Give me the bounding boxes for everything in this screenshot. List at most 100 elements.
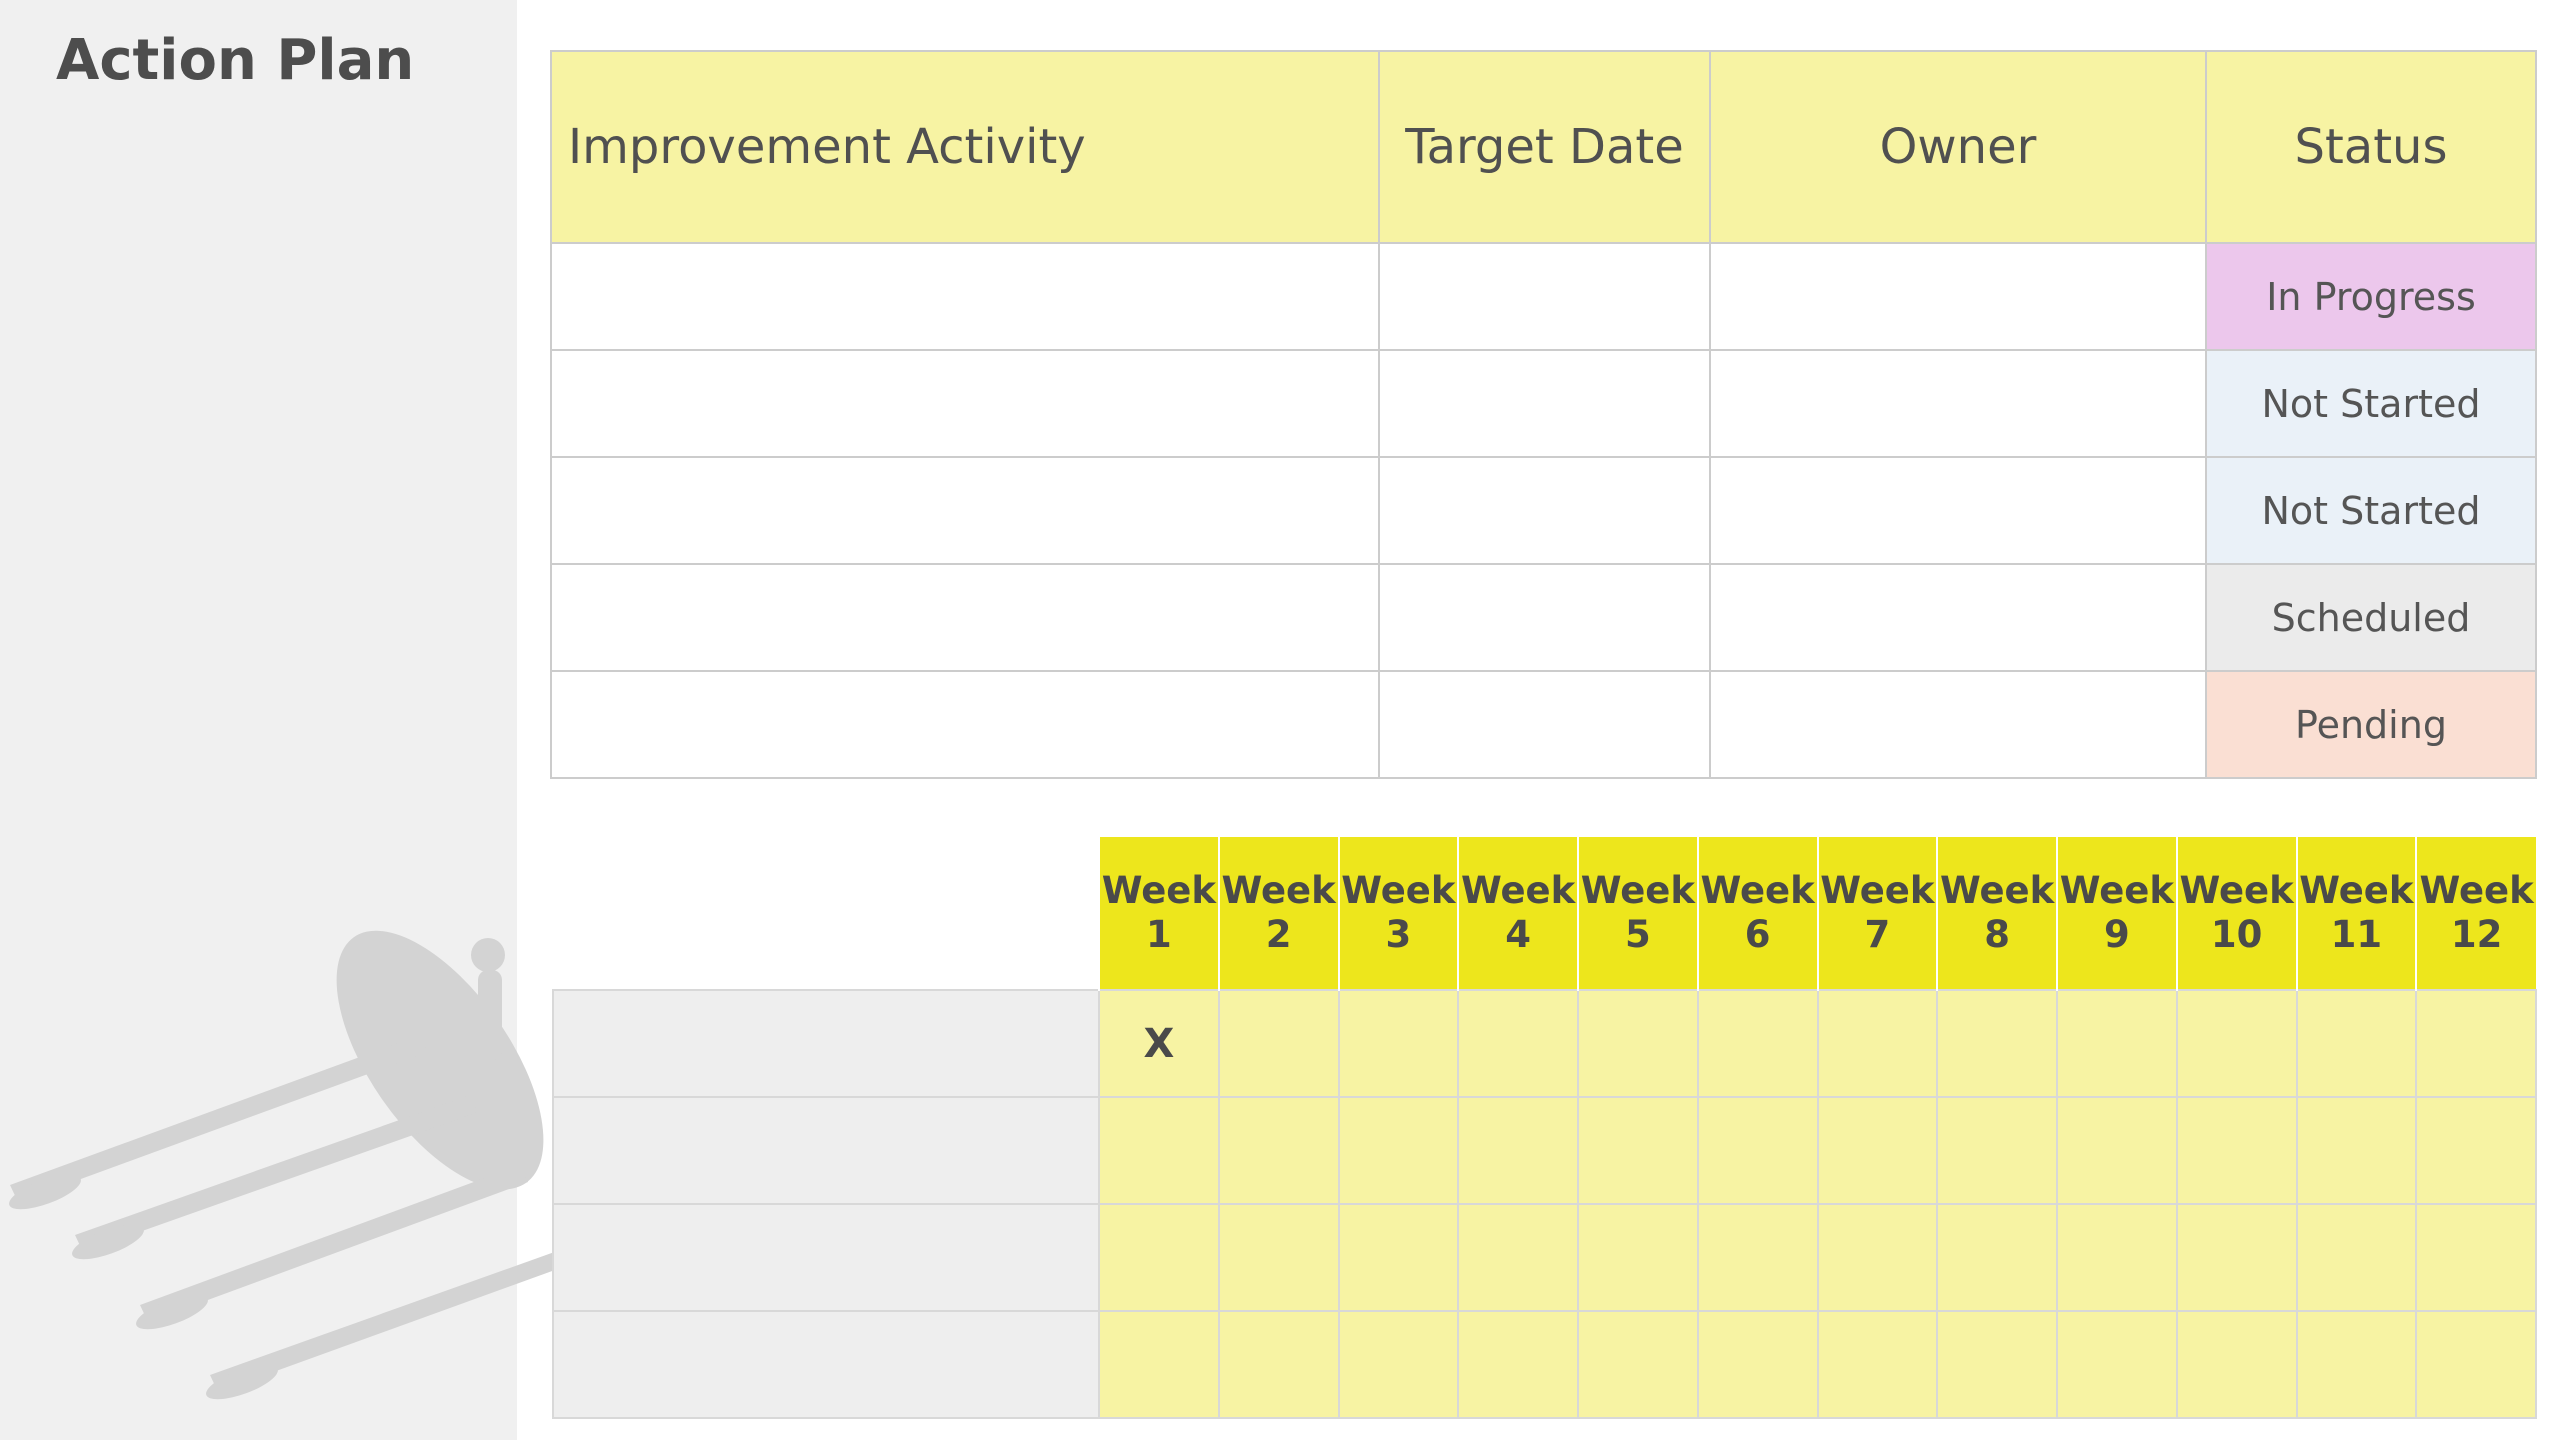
week-cell[interactable] [2295, 1310, 2418, 1419]
week-cell[interactable] [2056, 1096, 2178, 1205]
week-cell[interactable] [1936, 1310, 2058, 1419]
owner-cell[interactable] [1709, 456, 2207, 565]
target-date-cell[interactable] [1378, 349, 1711, 458]
week-cell[interactable] [1217, 1096, 1340, 1205]
activity-cell[interactable] [550, 456, 1380, 565]
week-cell[interactable] [1217, 1203, 1340, 1312]
week-header-label: Week [1460, 869, 1576, 912]
week-cell[interactable] [1457, 989, 1579, 1098]
week-schedule-row [552, 1310, 2537, 1419]
week-cell[interactable] [1577, 1203, 1699, 1312]
week-cell[interactable] [1816, 1310, 1939, 1419]
activity-cell[interactable] [550, 349, 1380, 458]
week-header-number: 8 [1984, 913, 2010, 956]
week-header-label: Week [1820, 869, 1935, 912]
week-cell[interactable] [2415, 1310, 2537, 1419]
week-header-number: 5 [1625, 913, 1651, 956]
week-cell[interactable] [1457, 1203, 1579, 1312]
week-cell[interactable] [1577, 1096, 1699, 1205]
action-plan-row: Not Started [550, 349, 2537, 458]
week-cell[interactable] [1337, 1310, 1460, 1419]
week-cell[interactable] [2175, 1096, 2298, 1205]
week-cell[interactable] [1098, 1096, 1220, 1205]
week-cell[interactable] [2056, 1203, 2178, 1312]
week-cell[interactable] [1696, 1096, 1819, 1205]
week-schedule-table: Week 1 Week 2 Week 3 Week 4 Week 5 Week 6 Week 7 Week 8… [552, 837, 2537, 1419]
owner-cell[interactable] [1709, 242, 2207, 351]
week-header: Week 3 [1337, 837, 1459, 990]
week-header: Week 8 [1936, 837, 2057, 990]
status-badge[interactable]: Pending [2205, 670, 2537, 779]
week-cell[interactable] [1217, 989, 1340, 1098]
week-cell[interactable] [1936, 1203, 2058, 1312]
status-badge[interactable]: Scheduled [2205, 563, 2537, 672]
activity-cell[interactable] [550, 563, 1380, 672]
week-cell[interactable] [1936, 1096, 2058, 1205]
week-cell[interactable] [1098, 1310, 1220, 1419]
week-cell[interactable]: X [1098, 989, 1220, 1098]
week-cell[interactable] [2295, 1096, 2418, 1205]
activity-cell[interactable] [550, 242, 1380, 351]
week-cell[interactable] [2175, 989, 2298, 1098]
week-header: Week 12 [2415, 837, 2536, 990]
owner-cell[interactable] [1709, 563, 2207, 672]
week-cell[interactable] [1696, 989, 1819, 1098]
week-cell[interactable] [1337, 1203, 1460, 1312]
week-header-number: 1 [1146, 913, 1172, 956]
week-header-number: 7 [1864, 913, 1891, 956]
week-cell[interactable] [1936, 989, 2058, 1098]
week-header-spacer [553, 837, 1099, 990]
status-badge[interactable]: Not Started [2205, 349, 2537, 458]
week-header: Week 9 [2056, 837, 2177, 990]
week-cell[interactable] [1577, 1310, 1699, 1419]
action-plan-header-row: Improvement Activity Target Date Owner S… [550, 50, 2537, 244]
week-cell[interactable] [2295, 1203, 2418, 1312]
week-header-number: 12 [2450, 913, 2503, 956]
header-owner: Owner [1709, 50, 2207, 244]
week-header-label: Week [1101, 869, 1217, 912]
week-cell[interactable] [1457, 1310, 1579, 1419]
week-cell[interactable] [2056, 1310, 2178, 1419]
task-label-cell[interactable] [552, 989, 1100, 1098]
owner-cell[interactable] [1709, 670, 2207, 779]
action-plan-table: Improvement Activity Target Date Owner S… [550, 50, 2537, 779]
week-cell[interactable] [2415, 1203, 2537, 1312]
week-cell[interactable] [2175, 1310, 2298, 1419]
week-cell[interactable] [1696, 1203, 1819, 1312]
week-cell[interactable] [1816, 1096, 1939, 1205]
week-header-number: 4 [1505, 913, 1531, 956]
week-cell[interactable] [2056, 989, 2178, 1098]
status-badge[interactable]: Not Started [2205, 456, 2537, 565]
rowing-silhouette-icon [9, 930, 560, 1400]
week-header-label: Week [2299, 869, 2414, 912]
week-header-label: Week [1700, 869, 1815, 912]
week-cell[interactable] [2175, 1203, 2298, 1312]
activity-cell[interactable] [550, 670, 1380, 779]
week-cell[interactable] [1816, 989, 1939, 1098]
week-cell[interactable] [2415, 1096, 2537, 1205]
week-header-label: Week [1221, 869, 1336, 912]
week-header: Week 11 [2295, 837, 2417, 990]
target-date-cell[interactable] [1378, 456, 1711, 565]
week-cell[interactable] [1217, 1310, 1340, 1419]
week-cell[interactable] [1816, 1203, 1939, 1312]
target-date-cell[interactable] [1378, 563, 1711, 672]
week-header: Week 2 [1217, 837, 1339, 990]
task-label-cell[interactable] [552, 1310, 1100, 1419]
target-date-cell[interactable] [1378, 242, 1711, 351]
target-date-cell[interactable] [1378, 670, 1711, 779]
week-cell[interactable] [1696, 1310, 1819, 1419]
week-cell[interactable] [1457, 1096, 1579, 1205]
week-cell[interactable] [1337, 989, 1460, 1098]
week-cell[interactable] [2415, 989, 2537, 1098]
week-cell[interactable] [1577, 989, 1699, 1098]
week-cell[interactable] [1337, 1096, 1460, 1205]
week-header: Week 1 [1098, 837, 1219, 990]
task-label-cell[interactable] [552, 1096, 1100, 1205]
owner-cell[interactable] [1709, 349, 2207, 458]
task-label-cell[interactable] [552, 1203, 1100, 1312]
week-cell[interactable] [1098, 1203, 1220, 1312]
week-cell[interactable] [2295, 989, 2418, 1098]
week-header-number: 6 [1744, 913, 1771, 956]
status-badge[interactable]: In Progress [2205, 242, 2537, 351]
